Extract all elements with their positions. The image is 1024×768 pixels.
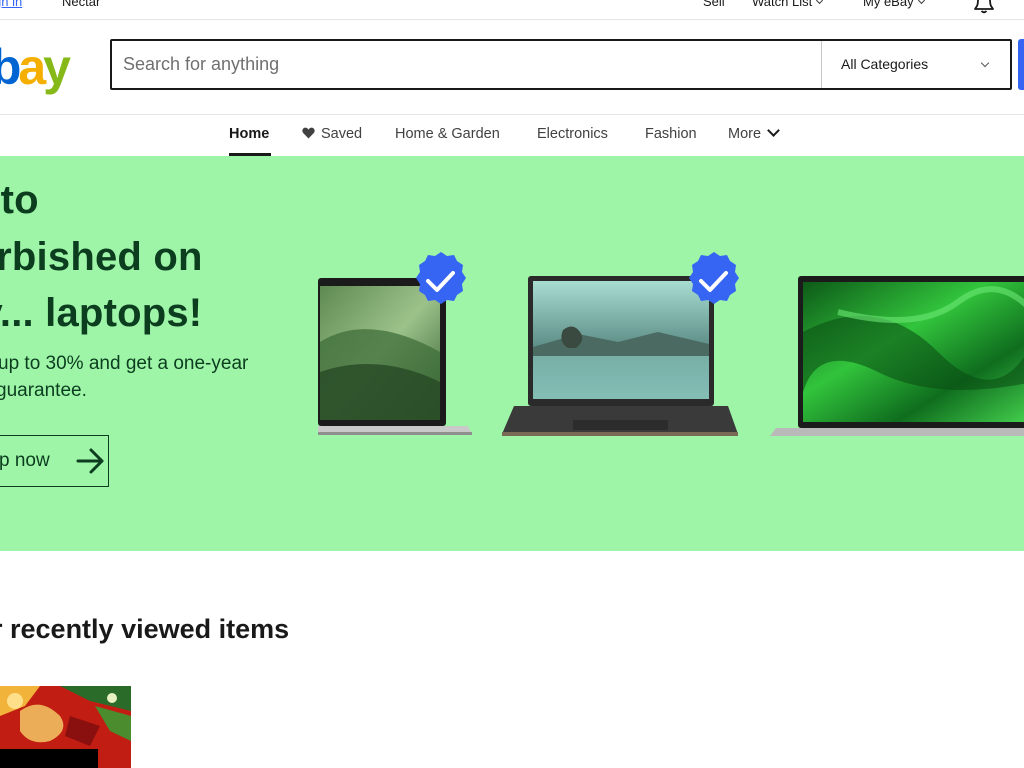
category-select[interactable]: All Categories bbox=[821, 41, 1010, 88]
svg-text:ebay: ebay bbox=[0, 40, 71, 95]
hero-banner[interactable]: w to furbished on ay... laptops! up to 3… bbox=[0, 156, 1024, 551]
sign-in-link[interactable]: gn in bbox=[0, 0, 22, 9]
watch-list-menu[interactable]: Watch List bbox=[752, 0, 824, 9]
chevron-down-icon bbox=[767, 124, 780, 137]
top-utility-bar: gn in Nectar Sell Watch List My eBay bbox=[0, 0, 1024, 20]
my-ebay-menu[interactable]: My eBay bbox=[863, 0, 925, 9]
laptops-illustration bbox=[318, 252, 1024, 436]
recently-viewed-title: r recently viewed items bbox=[0, 614, 290, 644]
nav-item-label: Saved bbox=[321, 126, 363, 142]
recently-viewed-item-thumbnail[interactable] bbox=[0, 686, 131, 768]
item-image bbox=[0, 686, 131, 768]
arrow-right-icon bbox=[76, 448, 104, 474]
nav-item-home[interactable]: Home bbox=[229, 126, 269, 142]
category-nav: Home Saved Home & Garden Electronics Fas… bbox=[0, 114, 1024, 156]
nav-item-home-garden[interactable]: Home & Garden bbox=[395, 126, 500, 142]
hero-subtitle-line: guarantee. bbox=[0, 380, 87, 401]
nav-item-saved[interactable]: Saved bbox=[302, 126, 362, 142]
hero-subtitle-line: up to 30% and get a one-year bbox=[0, 353, 249, 374]
hero-title-line: ay... laptops! bbox=[0, 291, 203, 335]
ebay-logo[interactable]: ebay bbox=[0, 40, 86, 96]
search-button[interactable] bbox=[1018, 39, 1024, 90]
shop-now-button[interactable]: p now bbox=[0, 435, 109, 487]
hero-title-line: furbished on bbox=[0, 235, 203, 279]
my-ebay-label: My eBay bbox=[863, 0, 914, 9]
nav-item-more[interactable]: More bbox=[728, 124, 780, 142]
bell-icon[interactable] bbox=[972, 0, 996, 14]
nav-item-fashion[interactable]: Fashion bbox=[645, 126, 697, 142]
search-bar: All Categories bbox=[110, 39, 1012, 90]
sell-link[interactable]: Sell bbox=[703, 0, 725, 9]
nectar-link[interactable]: Nectar bbox=[62, 0, 100, 9]
search-input[interactable] bbox=[112, 41, 821, 88]
nav-item-electronics[interactable]: Electronics bbox=[537, 126, 608, 142]
category-selected-label: All Categories bbox=[841, 56, 929, 72]
heart-icon bbox=[302, 127, 315, 139]
chevron-down-icon bbox=[917, 0, 925, 5]
chevron-down-icon bbox=[980, 58, 990, 68]
nav-item-label: More bbox=[728, 126, 762, 142]
watch-list-label: Watch List bbox=[752, 0, 813, 9]
shop-now-label: p now bbox=[0, 450, 50, 471]
chevron-down-icon bbox=[816, 0, 824, 5]
hero-title-line: w to bbox=[0, 178, 39, 222]
